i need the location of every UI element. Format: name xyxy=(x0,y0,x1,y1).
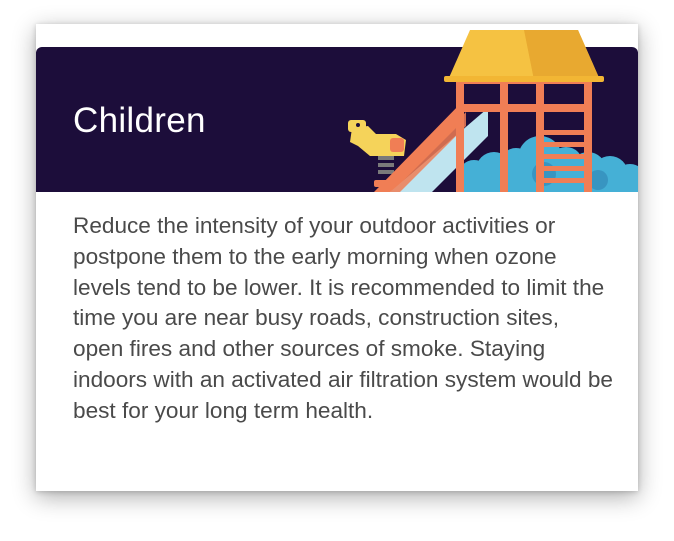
playground-icon xyxy=(348,30,638,192)
tower-roof xyxy=(444,30,604,82)
recommendation-card: Children Reduce the intensity of your ou… xyxy=(36,24,638,491)
card-title: Children xyxy=(73,101,206,140)
card-description: Reduce the intensity of your outdoor act… xyxy=(73,213,613,423)
